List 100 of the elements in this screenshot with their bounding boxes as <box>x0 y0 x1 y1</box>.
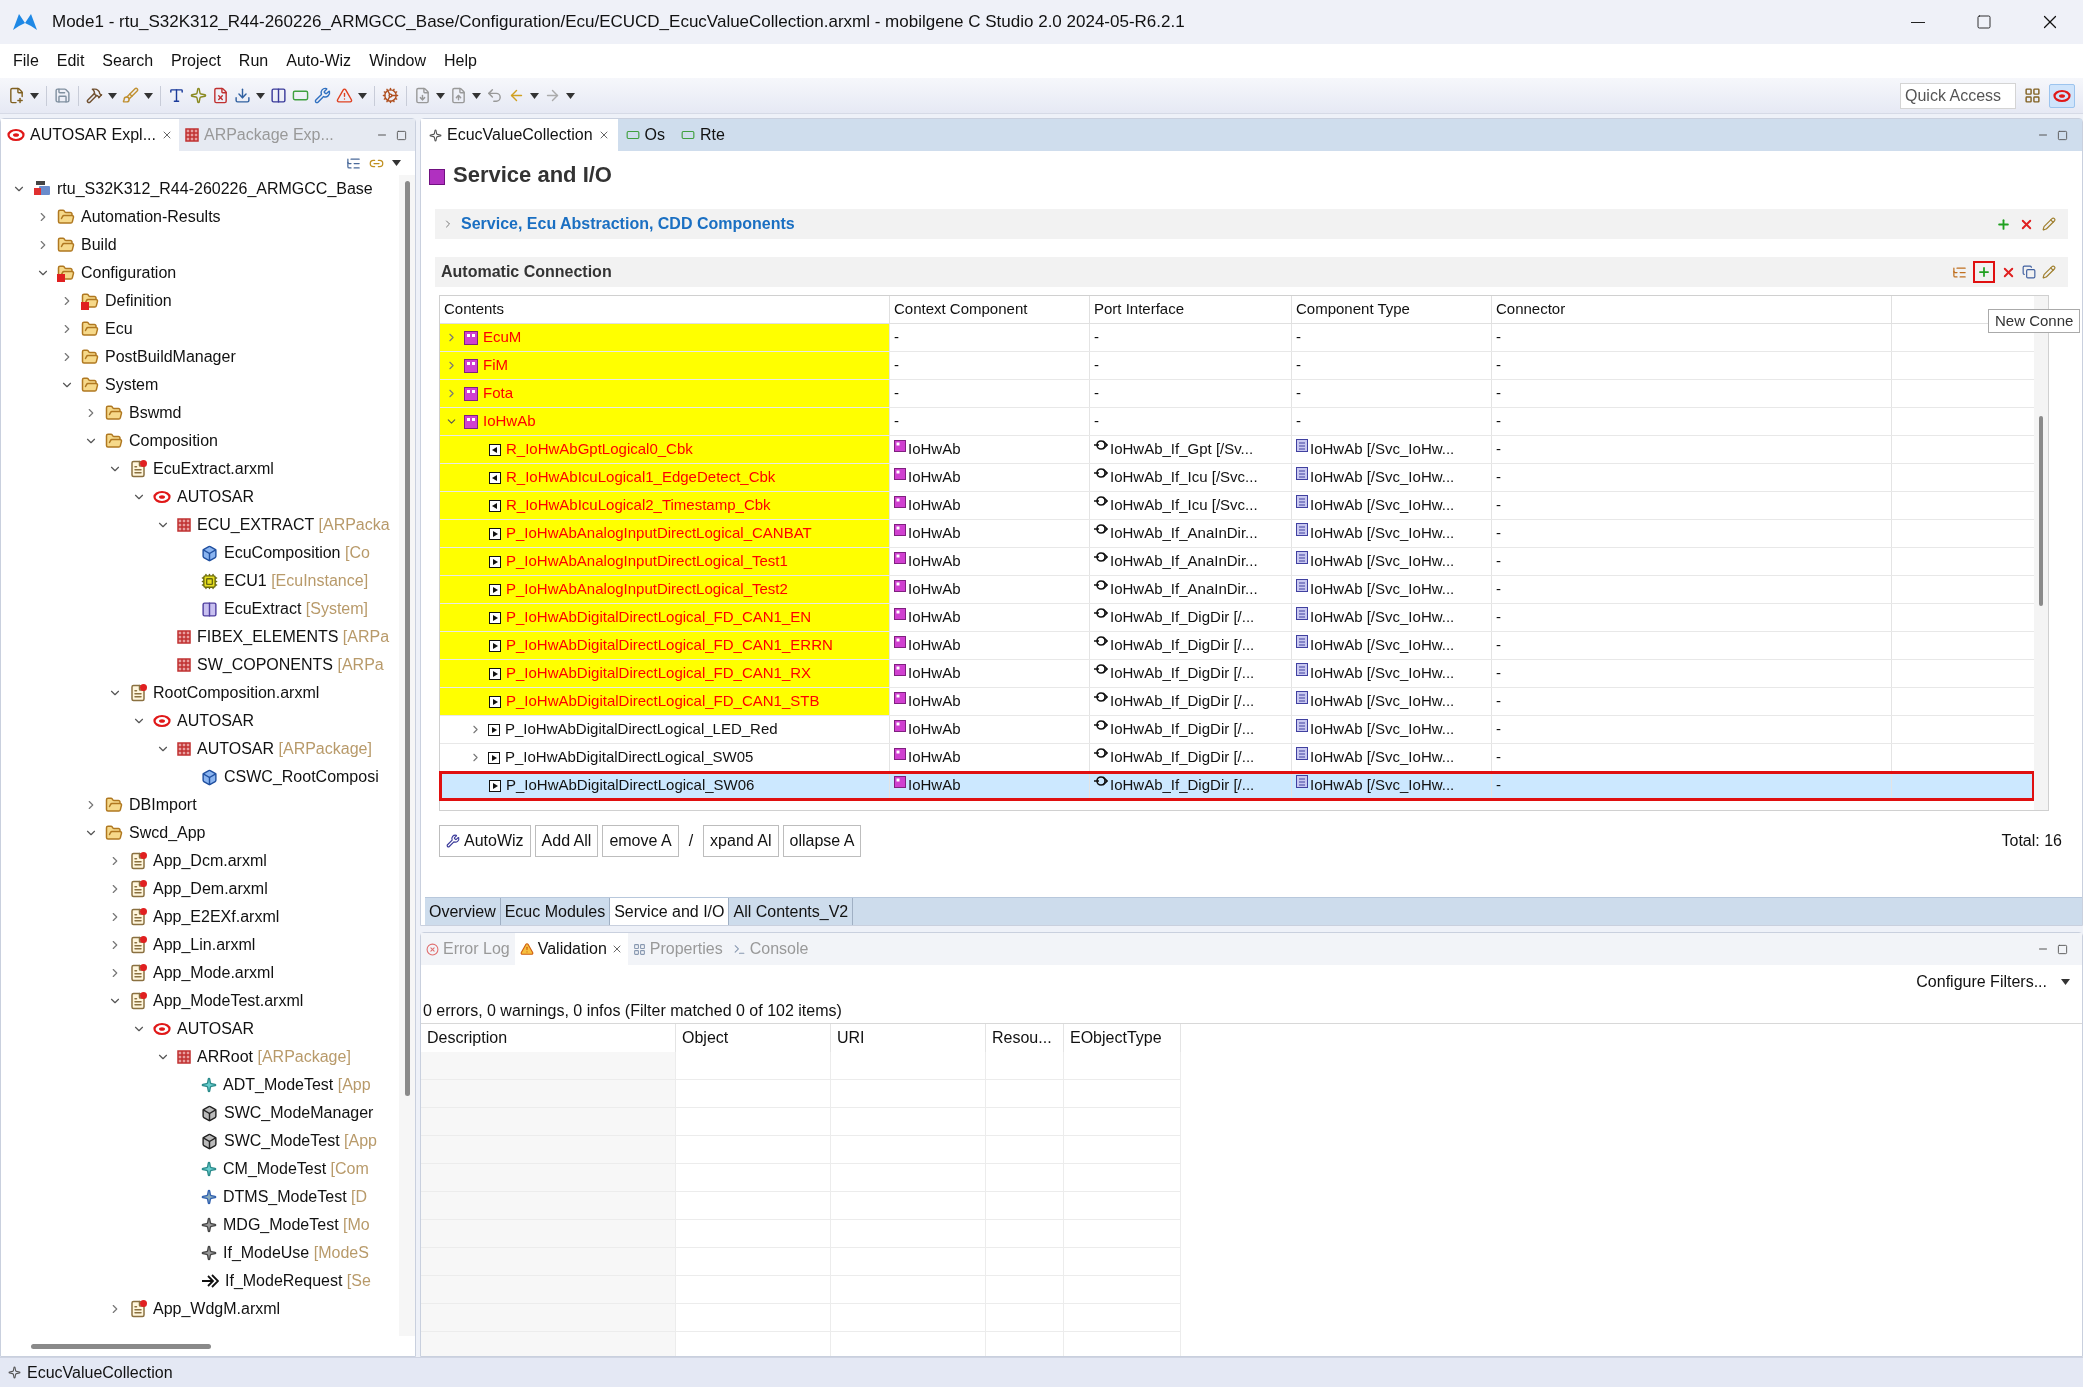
maximize-icon[interactable] <box>396 129 407 141</box>
caret-icon[interactable] <box>30 92 39 99</box>
tree-item-label[interactable]: AUTOSAR [ARPackage] <box>197 737 372 761</box>
scrollbar[interactable] <box>404 181 410 1096</box>
menu-item[interactable]: Edit <box>47 49 94 73</box>
horizontal-scrollbar[interactable] <box>31 1343 211 1349</box>
tree-item-label[interactable]: AUTOSAR <box>177 709 255 733</box>
wrench-icon[interactable] <box>314 87 331 104</box>
action-button[interactable]: ollapse A <box>782 825 862 857</box>
menu-item[interactable]: Run <box>229 49 278 73</box>
column-header[interactable]: Context Component <box>890 296 1090 323</box>
tree-item-label[interactable]: ECU_EXTRACT [ARPacka <box>197 513 390 537</box>
table-row[interactable]: P_IoHwAbAnalogInputDirectLogical_CANBAT IoHwAb IoHwAb_If_AnaInDir... IoHwAb [/Svc_IoHw... - <box>440 520 2034 548</box>
menu-item[interactable]: Auto-Wiz <box>277 49 361 73</box>
warning-icon[interactable] <box>336 87 353 104</box>
panel-tab[interactable]: Validation <box>514 933 628 965</box>
action-button[interactable]: Add All <box>534 825 599 857</box>
column-header[interactable]: Resou... <box>986 1024 1064 1052</box>
menu-item[interactable]: Project <box>162 49 230 73</box>
table-row[interactable]: P_IoHwAbDigitalDirectLogical_FD_CAN1_RX IoHwAb IoHwAb_If_DigDir [/... IoHwAb [/Svc_IoHw... - <box>440 660 2034 688</box>
menu-item[interactable]: Search <box>93 49 163 73</box>
back-icon[interactable] <box>486 87 503 104</box>
section-title[interactable]: Service, Ecu Abstraction, CDD Components <box>461 212 795 236</box>
tree-item-label[interactable]: If_ModeRequest [Se <box>225 1269 371 1293</box>
column-header[interactable]: Component Type <box>1292 296 1492 323</box>
tree-item-label[interactable]: Configuration <box>81 261 177 285</box>
action-button[interactable]: xpand Al <box>703 825 779 857</box>
view-menu-icon[interactable] <box>392 160 401 166</box>
tree-item-label[interactable]: If_ModeUse [ModeS <box>223 1241 369 1265</box>
table-row[interactable]: IoHwAb - - - - <box>440 408 2034 436</box>
action-button[interactable]: emove A <box>602 825 679 857</box>
tree-item-label[interactable]: Swcd_App <box>129 821 206 845</box>
file-up-icon[interactable] <box>450 87 467 104</box>
editor-tab[interactable]: EcucValueCollection <box>421 119 618 151</box>
table-row[interactable]: P_IoHwAbDigitalDirectLogical_FD_CAN1_ERRN IoHwAb IoHwAb_If_DigDir [/... IoHwAb [/Svc_IoHw... - <box>440 632 2034 660</box>
tree-item-label[interactable]: Automation-Results <box>81 205 221 229</box>
tree-item-label[interactable]: App_E2EXf.arxml <box>153 905 280 929</box>
add-icon[interactable] <box>1996 216 2011 232</box>
tree-item-label[interactable]: SWC_ModeTest [App <box>224 1129 377 1153</box>
caret-icon[interactable] <box>436 92 445 99</box>
table-row[interactable]: P_IoHwAbAnalogInputDirectLogical_Test1 IoHwAb IoHwAb_If_AnaInDir... IoHwAb [/Svc_IoHw... - <box>440 548 2034 576</box>
page-tab[interactable]: All Contents_V2 <box>729 898 854 925</box>
brush-icon[interactable] <box>122 87 139 104</box>
tree-item-label[interactable]: ARRoot [ARPackage] <box>197 1045 351 1069</box>
tree-item-label[interactable]: EcuExtract.arxml <box>153 457 274 481</box>
tree-item-label[interactable]: AUTOSAR <box>177 485 255 509</box>
explorer-tab[interactable]: AUTOSAR Expl... <box>1 119 179 151</box>
list-icon[interactable] <box>1952 264 1967 280</box>
view-menu-icon[interactable] <box>2061 979 2070 985</box>
tree-item-label[interactable]: RootComposition.arxml <box>153 681 320 705</box>
caret-icon[interactable] <box>108 92 117 99</box>
hammer-icon[interactable] <box>86 87 103 104</box>
text-icon[interactable] <box>168 87 185 104</box>
table-row[interactable]: P_IoHwAbDigitalDirectLogical_FD_CAN1_EN IoHwAb IoHwAb_If_DigDir [/... IoHwAb [/Svc_IoHw... - <box>440 604 2034 632</box>
tree-item-label[interactable]: App_Dem.arxml <box>153 877 268 901</box>
column-header[interactable]: EObjectType <box>1064 1024 1181 1052</box>
file-remove-icon[interactable] <box>212 87 229 104</box>
caret-icon[interactable] <box>472 92 481 99</box>
menu-item[interactable]: Window <box>360 49 436 73</box>
column-header[interactable]: Connector <box>1492 296 1892 323</box>
menu-item[interactable]: Help <box>435 49 486 73</box>
tree-item-label[interactable]: SW_COPONENTS [ARPa <box>197 653 384 677</box>
column-header[interactable]: Port Interface <box>1090 296 1292 323</box>
import-icon[interactable] <box>234 87 251 104</box>
tree-item-label[interactable]: App_ModeTest.arxml <box>153 989 304 1013</box>
table-row[interactable]: R_IoHwAbIcuLogical2_Timestamp_Cbk IoHwAb IoHwAb_If_Icu [/Svc... IoHwAb [/Svc_IoHw... - <box>440 492 2034 520</box>
table-row[interactable]: R_IoHwAbIcuLogical1_EdgeDetect_Cbk IoHwAb IoHwAb_If_Icu [/Svc... IoHwAb [/Svc_IoHw... - <box>440 464 2034 492</box>
editor-tab[interactable]: Os <box>617 119 673 151</box>
perspective-button[interactable] <box>2049 83 2075 108</box>
action-button[interactable]: AutoWiz <box>439 825 531 857</box>
tree-item-label[interactable]: Ecu <box>105 317 133 341</box>
tree-item-label[interactable]: AUTOSAR <box>177 1017 255 1041</box>
file-down-icon[interactable] <box>414 87 431 104</box>
tree-item-label[interactable]: Composition <box>129 429 218 453</box>
column-header[interactable]: Object <box>676 1024 831 1052</box>
tree-item-label[interactable]: ADT_ModeTest [App <box>223 1073 371 1097</box>
table-row[interactable]: P_IoHwAbAnalogInputDirectLogical_Test2 IoHwAb IoHwAb_If_AnaInDir... IoHwAb [/Svc_IoHw... - <box>440 576 2034 604</box>
configure-filters-link[interactable]: Configure Filters... <box>1916 970 2047 994</box>
quick-access-field[interactable]: Quick Access <box>1900 82 2016 109</box>
tree-item-label[interactable]: App_WdgM.arxml <box>153 1297 281 1321</box>
maximize-icon[interactable] <box>2057 943 2068 955</box>
tree-item-label[interactable]: DBImport <box>129 793 197 817</box>
table-row[interactable]: R_IoHwAbGptLogical0_Cbk IoHwAb IoHwAb_If_Gpt [/Sv... IoHwAb [/Svc_IoHw... - <box>440 436 2034 464</box>
tree-item-label[interactable]: PostBuildManager <box>105 345 236 369</box>
tree-item-label[interactable]: App_Mode.arxml <box>153 961 274 985</box>
maximize-icon[interactable] <box>2057 129 2068 141</box>
tree-item-label[interactable]: Definition <box>105 289 172 313</box>
tree-item-label[interactable]: rtu_S32K312_R44-260226_ARMGCC_Base <box>57 177 373 201</box>
table-row[interactable]: P_IoHwAbDigitalDirectLogical_FD_CAN1_STB IoHwAb IoHwAb_If_DigDir [/... IoHwAb [/Svc_IoHw... - <box>440 688 2034 716</box>
tree-item-label[interactable]: Build <box>81 233 117 257</box>
tree-item-label[interactable]: FIBEX_ELEMENTS [ARPa <box>197 625 390 649</box>
tree-item-label[interactable]: App_Lin.arxml <box>153 933 256 957</box>
caret-icon[interactable] <box>566 92 575 99</box>
gears-icon[interactable] <box>382 87 399 104</box>
scrollbar[interactable] <box>2039 416 2043 606</box>
tree-item-label[interactable]: App_Dcm.arxml <box>153 849 267 873</box>
new-file-icon[interactable] <box>8 87 25 104</box>
page-tab[interactable]: Service and I/O <box>610 898 730 925</box>
perspective-icon[interactable] <box>2024 87 2041 104</box>
add-connection-button[interactable] <box>1973 261 1995 283</box>
